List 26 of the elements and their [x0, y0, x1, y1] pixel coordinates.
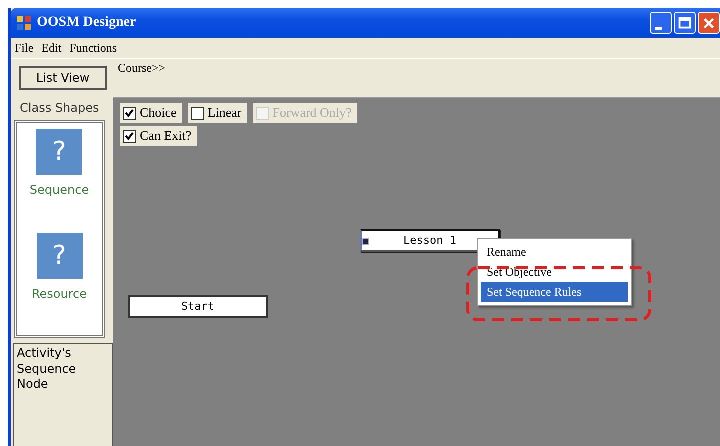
- description-text: Activity's Sequence Node: [17, 346, 76, 392]
- resize-handle[interactable]: [362, 238, 369, 245]
- breadcrumb[interactable]: Course>>: [118, 61, 166, 76]
- menu-item[interactable]: Edit: [42, 40, 62, 56]
- node[interactable]: Start: [128, 295, 268, 318]
- minimize-button[interactable]: [650, 12, 672, 34]
- list-view-button[interactable]: List View: [19, 66, 107, 90]
- node-label: Lesson 1: [404, 234, 456, 247]
- node-label: Start: [181, 300, 215, 313]
- shape-label: Resource: [32, 287, 88, 301]
- panel-title: Class Shapes: [19, 100, 100, 117]
- checkbox[interactable]: Can Exit?: [120, 126, 197, 146]
- checkbox[interactable]: Linear: [188, 103, 247, 123]
- minimize-icon: [655, 26, 662, 30]
- menu-item[interactable]: Set Objective: [481, 262, 628, 282]
- window-title: OOSM Designer: [37, 15, 136, 31]
- app-icon: [16, 15, 32, 31]
- shape-label: Sequence: [30, 183, 90, 197]
- menu-item[interactable]: Set Sequence Rules: [481, 282, 628, 302]
- checkbox[interactable]: Choice: [120, 103, 182, 123]
- menu-item[interactable]: File: [15, 40, 34, 56]
- check-icon: [124, 108, 135, 118]
- check-icon: [124, 130, 135, 142]
- close-button[interactable]: [698, 12, 720, 34]
- maximize-button[interactable]: [674, 12, 696, 34]
- menu-item[interactable]: Functions: [70, 40, 118, 56]
